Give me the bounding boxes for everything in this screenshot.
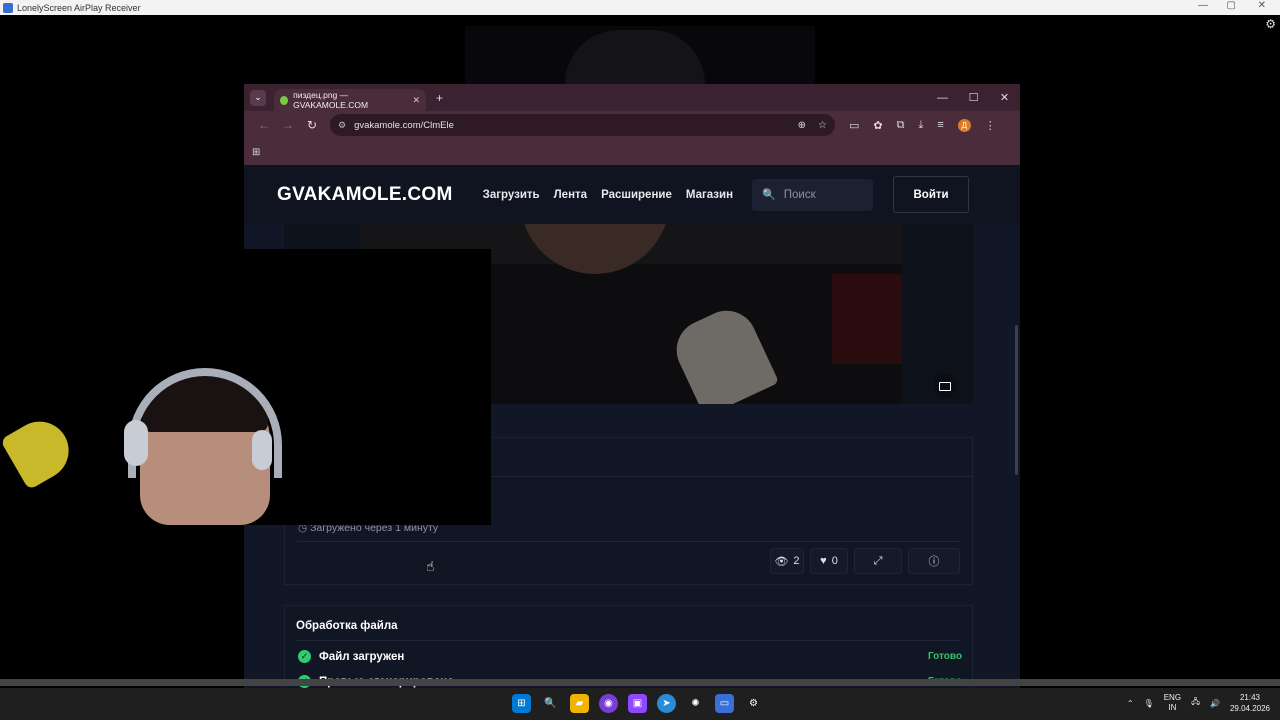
- new-tab-plus-icon[interactable]: +: [436, 91, 443, 105]
- step-label: Файл загружен: [319, 650, 405, 663]
- site-nav: Загрузить Лента Расширение Магазин: [483, 189, 733, 201]
- extension-icon[interactable]: ✿: [873, 119, 882, 132]
- windows-start-icon[interactable]: ⊞: [512, 694, 531, 713]
- settings-gear-icon[interactable]: ⚙: [1265, 17, 1276, 31]
- step-status: Готово: [927, 651, 962, 662]
- report-icon: ⓘ: [928, 556, 940, 568]
- hand-cursor-icon: ☝: [426, 558, 435, 574]
- twitch-icon[interactable]: ▣: [628, 694, 647, 713]
- heart-icon: ♥: [820, 555, 827, 567]
- likes-count: 0: [831, 555, 838, 567]
- url-text: gvakamole.com/ClmEle: [354, 119, 454, 131]
- search-placeholder: Поиск: [783, 188, 816, 201]
- search-icon: 🔍: [762, 189, 776, 201]
- browser-tab[interactable]: пиздец.png — GVAKAMOLE.COM ✕: [274, 89, 426, 111]
- bookmarks-bar: ⊞: [244, 139, 1020, 165]
- check-circle-icon: ✓: [298, 650, 311, 663]
- puzzle-extensions-icon[interactable]: ⧉: [897, 119, 905, 132]
- site-header: GVAKAMOLE.COM Загрузить Лента Расширение…: [244, 165, 1020, 224]
- tab-title: пиздец.png — GVAKAMOLE.COM: [293, 90, 369, 110]
- tab-search-chevron-icon[interactable]: ⌄: [250, 89, 266, 106]
- site-favicon-icon: [280, 95, 289, 105]
- eye-icon: 👁: [774, 555, 789, 568]
- nav-shop[interactable]: Магазин: [686, 189, 733, 201]
- network-icon[interactable]: 🖧: [1191, 696, 1200, 710]
- media-list-icon[interactable]: ≡: [937, 119, 943, 131]
- webcam-person: [120, 360, 290, 525]
- chatgpt-icon[interactable]: ✺: [686, 694, 705, 713]
- fullscreen-icon: [939, 381, 951, 391]
- tray-overflow-chevron-icon[interactable]: ⌃: [1127, 699, 1134, 708]
- processing-card: Обработка файла ✓ Файл загружен Готово ✓…: [284, 605, 973, 688]
- file-actions: 👁 2 ♥ 0 ⤢ ⓘ: [770, 548, 960, 574]
- fullscreen-button[interactable]: [933, 374, 957, 398]
- report-button[interactable]: ⓘ: [908, 548, 960, 574]
- language-indicator[interactable]: ENG IN: [1164, 693, 1181, 713]
- site-info-icon[interactable]: ⚙: [338, 120, 346, 131]
- browser-minimize-icon[interactable]: —: [927, 92, 958, 104]
- browser-maximize-icon[interactable]: ☐: [958, 91, 989, 104]
- processing-step: ✓ Файл загружен Готово: [298, 650, 962, 663]
- site-logo[interactable]: GVAKAMOLE.COM: [277, 184, 453, 206]
- views-counter: 👁 2: [770, 548, 804, 574]
- browser-toolbar: ← → ↻ ⚙ gvakamole.com/ClmEle ⊕ ☆ ▭ ✿ ⧉ ⤓…: [244, 111, 1020, 139]
- telegram-icon[interactable]: ➤: [657, 694, 676, 713]
- tab-bar: ⌄ пиздец.png — GVAKAMOLE.COM ✕ + — ☐ ✕: [244, 84, 1020, 111]
- outer-window-titlebar: LonelyScreen AirPlay Receiver — ▢ ✕: [0, 0, 1280, 15]
- page-scrollbar[interactable]: [1015, 325, 1018, 475]
- share-icon: ⤢: [873, 554, 883, 567]
- remote-desktop-icon[interactable]: ▭: [715, 694, 734, 713]
- settings-icon[interactable]: ⚙: [744, 694, 763, 713]
- menu-dots-icon[interactable]: ⋮: [985, 119, 996, 132]
- outer-scrollbar[interactable]: [0, 679, 1280, 686]
- zoom-icon[interactable]: ⊕: [798, 120, 806, 131]
- bookmark-star-icon[interactable]: ☆: [818, 120, 827, 131]
- browser-close-icon[interactable]: ✕: [989, 91, 1020, 104]
- forward-arrow-icon[interactable]: →: [276, 118, 300, 132]
- views-count: 2: [793, 555, 800, 567]
- tab-close-icon[interactable]: ✕: [412, 95, 420, 106]
- clock[interactable]: 21:43 29.04.2026: [1230, 692, 1270, 714]
- outer-window-title: LonelyScreen AirPlay Receiver: [17, 2, 141, 13]
- microphone-icon[interactable]: 🎙: [1144, 699, 1154, 708]
- download-icon[interactable]: ⤓: [918, 119, 923, 132]
- like-button[interactable]: ♥ 0: [810, 548, 848, 574]
- outer-close-icon[interactable]: ✕: [1258, 0, 1266, 11]
- volume-icon[interactable]: 🔊: [1210, 699, 1220, 708]
- search-input[interactable]: 🔍 Поиск: [752, 178, 874, 211]
- background-video-strip: [465, 26, 815, 84]
- back-arrow-icon[interactable]: ←: [252, 118, 276, 132]
- nav-upload[interactable]: Загрузить: [483, 189, 540, 201]
- share-button[interactable]: ⤢: [854, 548, 902, 574]
- nav-extension[interactable]: Расширение: [601, 189, 672, 201]
- apps-grid-icon[interactable]: ⊞: [252, 147, 260, 158]
- address-bar[interactable]: ⚙ gvakamole.com/ClmEle ⊕ ☆: [330, 114, 835, 136]
- search-icon[interactable]: 🔍: [541, 694, 560, 713]
- windows-taskbar: ⊞ 🔍 ▰ ◉ ▣ ➤ ✺ ▭ ⚙ ⌃ 🎙 ENG IN 🖧 🔊 21:43 29.…: [0, 688, 1280, 720]
- processing-title: Обработка файла: [296, 620, 398, 632]
- outer-minimize-icon[interactable]: —: [1198, 0, 1208, 11]
- login-button[interactable]: Войти: [893, 176, 970, 213]
- app-purple-icon[interactable]: ◉: [599, 694, 618, 713]
- lonelyscreen-app-icon: [3, 2, 13, 13]
- profile-avatar-icon[interactable]: Д: [957, 118, 971, 132]
- reload-icon[interactable]: ↻: [300, 118, 324, 132]
- webcam-microphone: [0, 411, 80, 491]
- camera-icon[interactable]: ▭: [849, 119, 859, 132]
- nav-feed[interactable]: Лента: [554, 189, 587, 201]
- outer-maximize-icon[interactable]: ▢: [1227, 0, 1236, 11]
- file-explorer-icon[interactable]: ▰: [570, 694, 589, 713]
- system-tray: ⌃ 🎙 ENG IN 🖧 🔊 21:43 29.04.2026: [1127, 692, 1270, 714]
